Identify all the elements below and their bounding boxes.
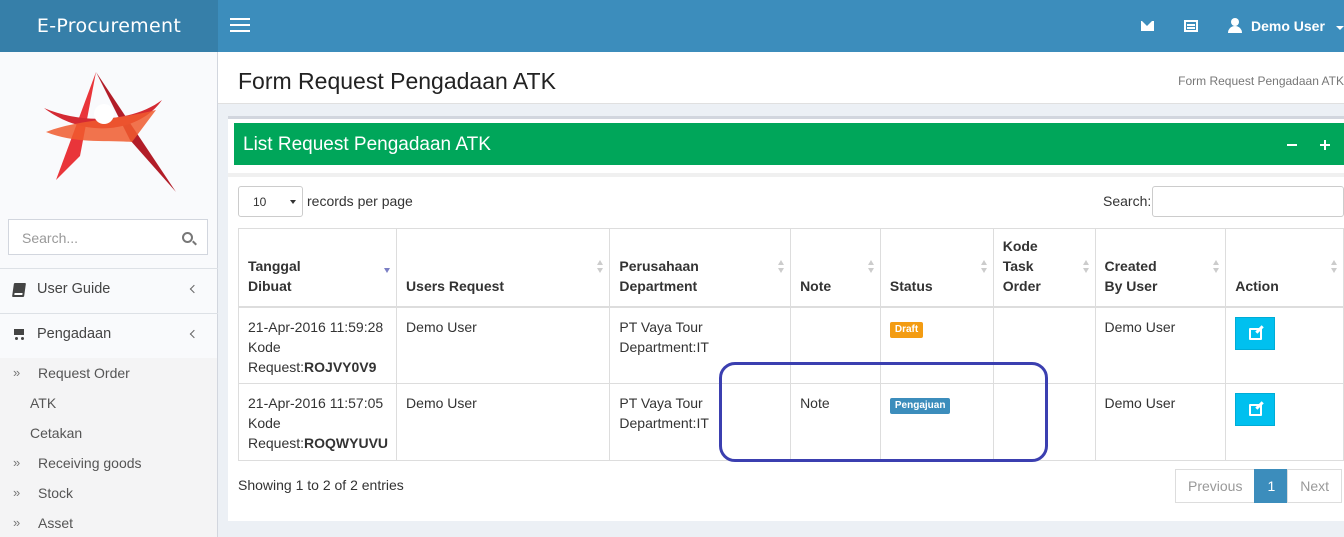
column-header-tanggal[interactable]: Tanggal Dibuat [237,228,398,308]
submenu-item-asset[interactable]: » Asset [0,508,217,537]
next-button[interactable]: Next [1287,469,1343,503]
column-header-kode-task-order[interactable]: Kode Task Order [992,228,1096,308]
sort-icon [1082,260,1090,274]
submenu-item-stock[interactable]: » Stock [0,478,217,508]
sort-icon [1213,260,1220,274]
cell-action [1225,306,1344,384]
table-info: Showing 1 to 2 of 2 entries [238,477,404,493]
records-per-page-label: records per page [307,193,413,209]
top-navbar: Demo User [218,0,1344,52]
edit-icon [1249,327,1263,340]
sidebar-item-label: User Guide [37,281,111,297]
previous-button[interactable]: Previous [1175,469,1256,503]
double-chevron-icon: » [13,515,21,530]
submenu-label: Stock [38,485,74,501]
column-header-status[interactable]: Status [879,228,994,308]
column-header-note[interactable]: Note [790,228,881,308]
submenu-label: Asset [38,515,74,531]
status-badge: Draft [889,321,924,338]
expand-icon[interactable] [1320,140,1330,150]
user-menu-name[interactable]: Demo User [1251,18,1325,34]
table-search-label: Search: [1103,193,1152,209]
page-length-select[interactable]: 10 [238,186,303,217]
sort-icon [597,260,604,274]
page-length-value: 10 [253,195,267,209]
submenu-label: ATK [30,395,57,411]
mail-icon[interactable] [1141,21,1154,31]
submenu-label: Cetakan [30,425,83,441]
chevron-left-icon [189,284,199,294]
box-title: List Request Pengadaan ATK [243,134,491,155]
sort-icon [980,260,988,274]
edit-icon [1249,404,1263,416]
content-header: Form Request Pengadaan ATK Form Request … [218,52,1344,104]
cell-date: 21-Apr-2016 11:59:28 Kode Request:ROJVY0V9 [237,306,398,384]
cell-created-by: Demo User [1094,383,1227,461]
column-header-perusahaan[interactable]: Perusahaan Department [609,228,792,308]
edit-button[interactable] [1235,316,1276,350]
book-icon [12,283,26,297]
double-chevron-icon: » [13,455,21,470]
sidebar-item-label: Pengadaan [37,326,112,342]
divider [228,173,1344,177]
sort-icon [867,260,875,274]
sidebar-search-input[interactable]: Search... [8,219,208,255]
sort-icon [778,260,785,274]
page-title: Form Request Pengadaan ATK [238,68,556,94]
company-logo [44,72,176,192]
search-placeholder: Search... [22,230,79,246]
cell-user: Demo User [396,383,611,461]
submenu-item-cetakan[interactable]: Cetakan [0,418,217,448]
cart-icon [12,328,26,340]
chevron-left-icon [189,329,199,339]
double-chevron-icon: » [13,365,21,380]
sidebar: Search... User Guide Pengadaan » Request… [0,52,218,537]
sort-desc-icon [384,260,391,274]
list-icon[interactable] [1184,20,1198,32]
table-header-row: Tanggal Dibuat Users Request Perusahaan De… [237,228,1344,308]
column-header-action[interactable]: Action [1225,228,1344,308]
double-chevron-icon: » [13,485,21,500]
submenu-label: Request Order [38,365,130,381]
column-header-users-request[interactable]: Users Request [396,228,611,308]
cell-date: 21-Apr-2016 11:57:05 Kode Request:ROQWYUVU [237,383,398,461]
cell-user: Demo User [396,306,611,384]
submenu-item-request-order[interactable]: » Request Order [0,358,217,388]
sidebar-item-pengadaan[interactable]: Pengadaan [0,313,217,357]
cell-action [1225,383,1344,461]
breadcrumb[interactable]: Form Request Pengadaan ATK [1178,74,1344,88]
annotation-highlight-box [719,362,1048,462]
submenu-item-atk[interactable]: ATK [0,388,217,418]
chevron-down-icon[interactable] [1336,26,1344,30]
search-icon[interactable] [182,232,193,243]
user-icon[interactable] [1228,18,1242,34]
pagination: Previous 1 Next [1175,469,1343,503]
page-button-1[interactable]: 1 [1254,469,1289,503]
chevron-down-icon [290,200,296,204]
box-header: List Request Pengadaan ATK [234,123,1344,165]
collapse-icon[interactable] [1287,144,1297,146]
submenu-item-receiving-goods[interactable]: » Receiving goods [0,448,217,478]
menu-toggle-icon[interactable] [230,18,250,32]
table-search-input[interactable] [1152,186,1344,217]
sort-icon [1331,260,1338,274]
cell-created-by: Demo User [1094,306,1227,384]
app-logo[interactable]: E-Procurement [0,0,218,52]
submenu-label: Receiving goods [38,455,142,471]
column-header-created-by[interactable]: Created By User [1094,228,1227,308]
sidebar-submenu: » Request Order ATK Cetakan » Receiving … [0,358,217,537]
edit-button[interactable] [1235,393,1276,426]
sidebar-item-user-guide[interactable]: User Guide [0,268,217,312]
